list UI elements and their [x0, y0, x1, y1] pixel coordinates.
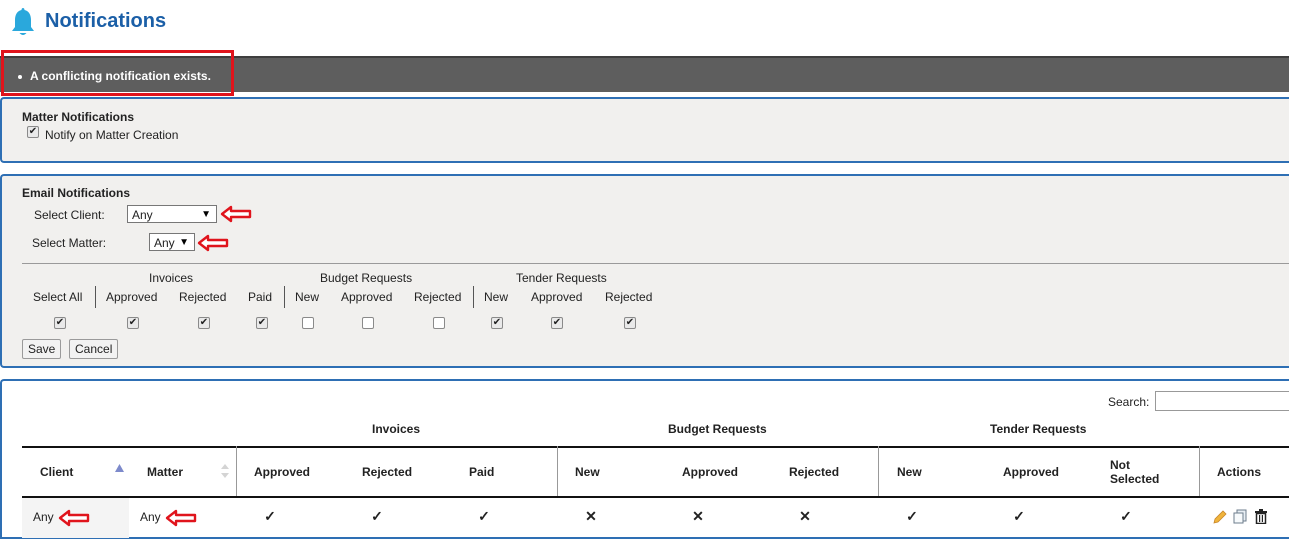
red-arrow-annotation	[165, 509, 197, 527]
col-bud-rejected: Rejected	[414, 290, 462, 304]
notify-matter-creation-label: Notify on Matter Creation	[45, 128, 179, 142]
cancel-button[interactable]: Cancel	[69, 339, 119, 359]
table-group-tender: Tender Requests	[990, 422, 1087, 436]
checkbox-ten-new[interactable]: ✔	[491, 317, 503, 329]
th-client[interactable]: Client	[40, 465, 73, 479]
column-separator	[473, 286, 474, 308]
table-group-invoices: Invoices	[372, 422, 421, 436]
col-bud-approved: Approved	[341, 290, 393, 304]
column-separator	[284, 286, 285, 308]
select-matter-value: Any	[154, 236, 175, 250]
col-inv-rejected: Rejected	[179, 290, 227, 304]
copy-icon[interactable]	[1233, 509, 1247, 524]
checkbox-bud-rejected[interactable]	[433, 317, 445, 329]
cell-inv-paid: ✓	[478, 508, 490, 524]
col-ten-new: New	[484, 290, 509, 304]
checkbox-inv-rejected[interactable]: ✔	[198, 317, 210, 329]
cell-bud-rejected: ✕	[799, 508, 811, 524]
checkbox-bud-new[interactable]	[302, 317, 314, 329]
cell-inv-rejected: ✓	[371, 508, 383, 524]
column-separator	[1199, 446, 1200, 497]
col-inv-paid: Paid	[248, 290, 273, 304]
red-arrow-annotation	[58, 509, 90, 527]
bell-icon	[12, 8, 34, 35]
cell-bud-approved: ✕	[692, 508, 704, 524]
column-separator	[557, 446, 558, 497]
divider	[22, 263, 1289, 264]
th-inv-rejected[interactable]: Rejected	[362, 465, 412, 479]
group-budget-label: Budget Requests	[320, 271, 413, 285]
th-inv-approved[interactable]: Approved	[254, 465, 310, 479]
checkbox-ten-rejected[interactable]: ✔	[624, 317, 636, 329]
th-ten-not-selected[interactable]: Not Selected	[1110, 458, 1166, 486]
table-row: Any Any ✓ ✓ ✓ ✕ ✕ ✕ ✓ ✓ ✓	[22, 498, 1289, 538]
select-client-value: Any	[132, 208, 153, 222]
table-group-budget: Budget Requests	[668, 422, 767, 436]
col-bud-new: New	[295, 290, 320, 304]
edit-pencil-icon[interactable]	[1213, 510, 1227, 524]
th-inv-paid[interactable]: Paid	[469, 465, 494, 479]
col-ten-approved: Approved	[531, 290, 583, 304]
select-matter-label: Select Matter:	[32, 236, 107, 250]
page-title: Notifications	[45, 10, 167, 32]
email-notifications-heading: Email Notifications	[22, 186, 131, 200]
th-matter[interactable]: Matter	[147, 465, 183, 479]
cell-ten-new: ✓	[906, 508, 918, 524]
sort-icon[interactable]	[221, 464, 229, 478]
select-matter-dropdown[interactable]: Any ▼	[149, 233, 195, 251]
sort-asc-icon[interactable]	[115, 464, 124, 472]
col-select-all: Select All	[33, 290, 83, 304]
checkbox-ten-approved[interactable]: ✔	[551, 317, 563, 329]
email-notifications-panel: Email Notifications Select Client: Any ▼…	[0, 174, 1289, 368]
th-bud-new[interactable]: New	[575, 465, 600, 479]
matter-notifications-heading: Matter Notifications	[22, 110, 135, 124]
cell-inv-approved: ✓	[264, 508, 276, 524]
column-separator	[878, 446, 879, 497]
checkbox-select-all[interactable]: ✔	[54, 317, 66, 329]
cell-ten-approved: ✓	[1013, 508, 1025, 524]
red-arrow-annotation	[220, 205, 252, 223]
chevron-down-icon: ▼	[201, 209, 211, 220]
highlight-box	[1, 50, 234, 96]
red-arrow-annotation	[197, 234, 229, 252]
th-actions: Actions	[1217, 465, 1262, 479]
th-ten-new[interactable]: New	[897, 465, 922, 479]
cell-client: Any	[33, 510, 54, 524]
matter-notifications-panel: Matter Notifications ✔ Notify on Matter …	[0, 97, 1289, 163]
header-top-rule	[22, 446, 1289, 448]
column-separator	[236, 446, 237, 497]
chevron-down-icon: ▼	[179, 237, 189, 248]
select-client-label: Select Client:	[34, 208, 105, 222]
cell-matter: Any	[140, 510, 161, 524]
group-invoices-label: Invoices	[149, 271, 194, 285]
th-ten-approved[interactable]: Approved	[1003, 465, 1059, 479]
th-bud-rejected[interactable]: Rejected	[789, 465, 839, 479]
search-label: Search:	[1108, 395, 1150, 409]
col-ten-rejected: Rejected	[605, 290, 653, 304]
column-separator	[95, 286, 96, 308]
checkbox-inv-paid[interactable]: ✔	[256, 317, 268, 329]
checkbox-bud-approved[interactable]	[362, 317, 374, 329]
notifications-table-panel: Search: Invoices Budget Requests Tender …	[0, 379, 1289, 539]
col-inv-approved: Approved	[106, 290, 158, 304]
notify-matter-creation-checkbox[interactable]: ✔	[27, 126, 39, 138]
select-client-dropdown[interactable]: Any ▼	[127, 205, 217, 223]
checkbox-inv-approved[interactable]: ✔	[127, 317, 139, 329]
search-input[interactable]	[1155, 391, 1289, 411]
trash-icon[interactable]	[1254, 509, 1268, 524]
group-tender-label: Tender Requests	[516, 271, 607, 285]
cell-bud-new: ✕	[585, 508, 597, 524]
save-button[interactable]: Save	[22, 339, 62, 359]
th-bud-approved[interactable]: Approved	[682, 465, 738, 479]
cell-ten-not-selected: ✓	[1120, 508, 1132, 524]
